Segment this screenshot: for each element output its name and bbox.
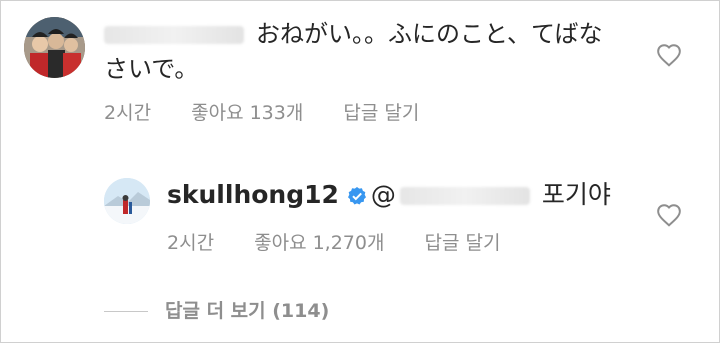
heart-outline-icon — [657, 204, 681, 227]
reply-likes[interactable]: 좋아요 1,270개 — [254, 232, 384, 254]
comment-likes[interactable]: 좋아요 133개 — [191, 102, 303, 124]
reply-body: skullhong12 @ 포기야 — [167, 179, 611, 211]
reply-like-icon[interactable] — [656, 203, 682, 227]
blurred-mention — [399, 187, 530, 205]
view-more-label: 답글 더 보기 (114) — [165, 300, 330, 322]
reply-avatar-image — [104, 178, 150, 224]
comment-meta: 2시간 좋아요 133개 답글 달기 — [104, 98, 453, 125]
blurred-username — [104, 26, 244, 44]
reply-text: 포기야 — [541, 180, 611, 209]
comment-thread: おねがい。。ふにのこと、てばなさいで。 2시간 좋아요 133개 답글 달기 s… — [0, 0, 720, 343]
view-more-replies[interactable]: 답글 더 보기 (114) — [104, 296, 329, 323]
like-icon[interactable] — [656, 43, 682, 67]
reply-avatar[interactable] — [104, 178, 150, 224]
comment-reply-button[interactable]: 답글 달기 — [343, 102, 419, 124]
heart-outline-icon — [657, 44, 681, 67]
divider-line — [104, 311, 148, 312]
reply-reply-button[interactable]: 답글 달기 — [425, 232, 501, 254]
comment-body: おねがい。。ふにのこと、てばなさいで。 — [104, 17, 624, 87]
reply-meta: 2시간 좋아요 1,270개 답글 달기 — [167, 228, 534, 255]
comment-time: 2시간 — [104, 102, 152, 124]
reply-time: 2시간 — [167, 232, 215, 254]
commenter-avatar-image — [24, 17, 85, 78]
verified-badge-icon — [347, 187, 366, 205]
commenter-avatar[interactable] — [24, 17, 85, 78]
reply-username[interactable]: skullhong12 — [167, 180, 339, 209]
reply-mention-at[interactable]: @ — [371, 180, 396, 209]
